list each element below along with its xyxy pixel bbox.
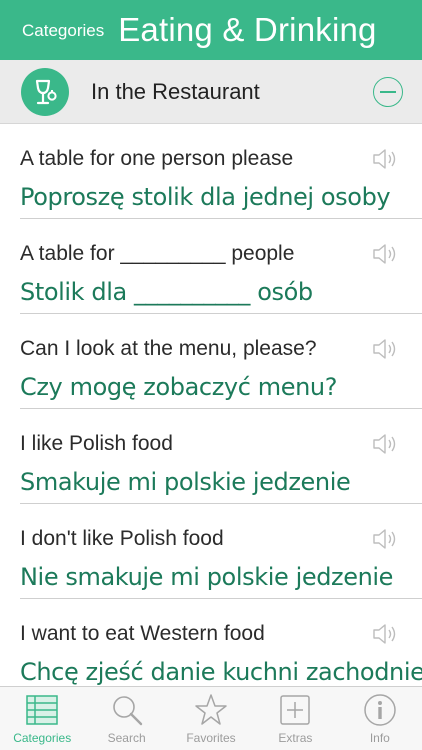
speaker-icon[interactable] (372, 528, 400, 550)
minus-circle-icon[interactable] (373, 77, 403, 107)
tab-info[interactable]: Info (338, 687, 422, 750)
tab-label: Favorites (186, 731, 236, 745)
search-icon (112, 696, 142, 726)
section-header[interactable]: In the Restaurant (0, 60, 422, 124)
polish-phrase: Nie smakuje mi polskie jedzenie (20, 563, 394, 591)
tab-extras[interactable]: Extras (253, 687, 337, 750)
list-icon (26, 695, 58, 725)
tab-bar: Categories Search Favorites Extras Info (0, 686, 422, 750)
polish-phrase: Smakuje mi polskie jedzenie (20, 468, 351, 496)
polish-phrase: Czy mogę zobaczyć menu? (20, 373, 338, 401)
english-phrase: I don't like Polish food (20, 527, 224, 550)
speaker-icon[interactable] (372, 433, 400, 455)
tab-search[interactable]: Search (84, 687, 168, 750)
star-icon (195, 694, 227, 725)
back-to-categories-button[interactable]: Categories (22, 21, 104, 41)
speaker-icon[interactable] (372, 623, 400, 645)
tab-label: Extras (278, 731, 313, 745)
tab-categories[interactable]: Categories (0, 687, 84, 750)
phrase-row[interactable]: I don't like Polish food Nie smakuje mi … (0, 504, 422, 599)
speaker-icon[interactable] (372, 148, 400, 170)
english-phrase: A table for one person please (20, 147, 294, 170)
polish-phrase: Chcę zjeść danie kuchni zachodniej (20, 658, 422, 686)
polish-phrase: Stolik dla __________ osób (20, 278, 313, 306)
restaurant-glass-icon (21, 67, 69, 116)
info-icon (364, 694, 396, 726)
phrase-row[interactable]: I want to eat Western food Chcę zjeść da… (0, 599, 422, 694)
english-phrase: I want to eat Western food (20, 622, 265, 645)
page-title: Eating & Drinking (118, 11, 377, 48)
polish-phrase: Poproszę stolik dla jednej osoby (20, 183, 391, 211)
phrase-row[interactable]: A table for _________ people Stolik dla … (0, 219, 422, 314)
tab-label: Search (107, 731, 146, 745)
english-phrase: A table for _________ people (20, 242, 295, 265)
speaker-icon[interactable] (372, 243, 400, 265)
phrase-list: A table for one person please Poproszę s… (0, 124, 422, 694)
phrase-row[interactable]: Can I look at the menu, please? Czy mogę… (0, 314, 422, 409)
english-phrase: I like Polish food (20, 432, 173, 455)
plus-box-icon (280, 695, 311, 725)
section-title: In the Restaurant (91, 78, 260, 104)
tab-label: Info (369, 731, 390, 745)
tab-label: Categories (13, 731, 72, 745)
tab-favorites[interactable]: Favorites (169, 687, 253, 750)
english-phrase: Can I look at the menu, please? (20, 337, 317, 360)
nav-bar: Categories Eating & Drinking (0, 0, 422, 60)
phrase-row[interactable]: I like Polish food Smakuje mi polskie je… (0, 409, 422, 504)
speaker-icon[interactable] (372, 338, 400, 360)
phrase-row[interactable]: A table for one person please Poproszę s… (0, 124, 422, 219)
